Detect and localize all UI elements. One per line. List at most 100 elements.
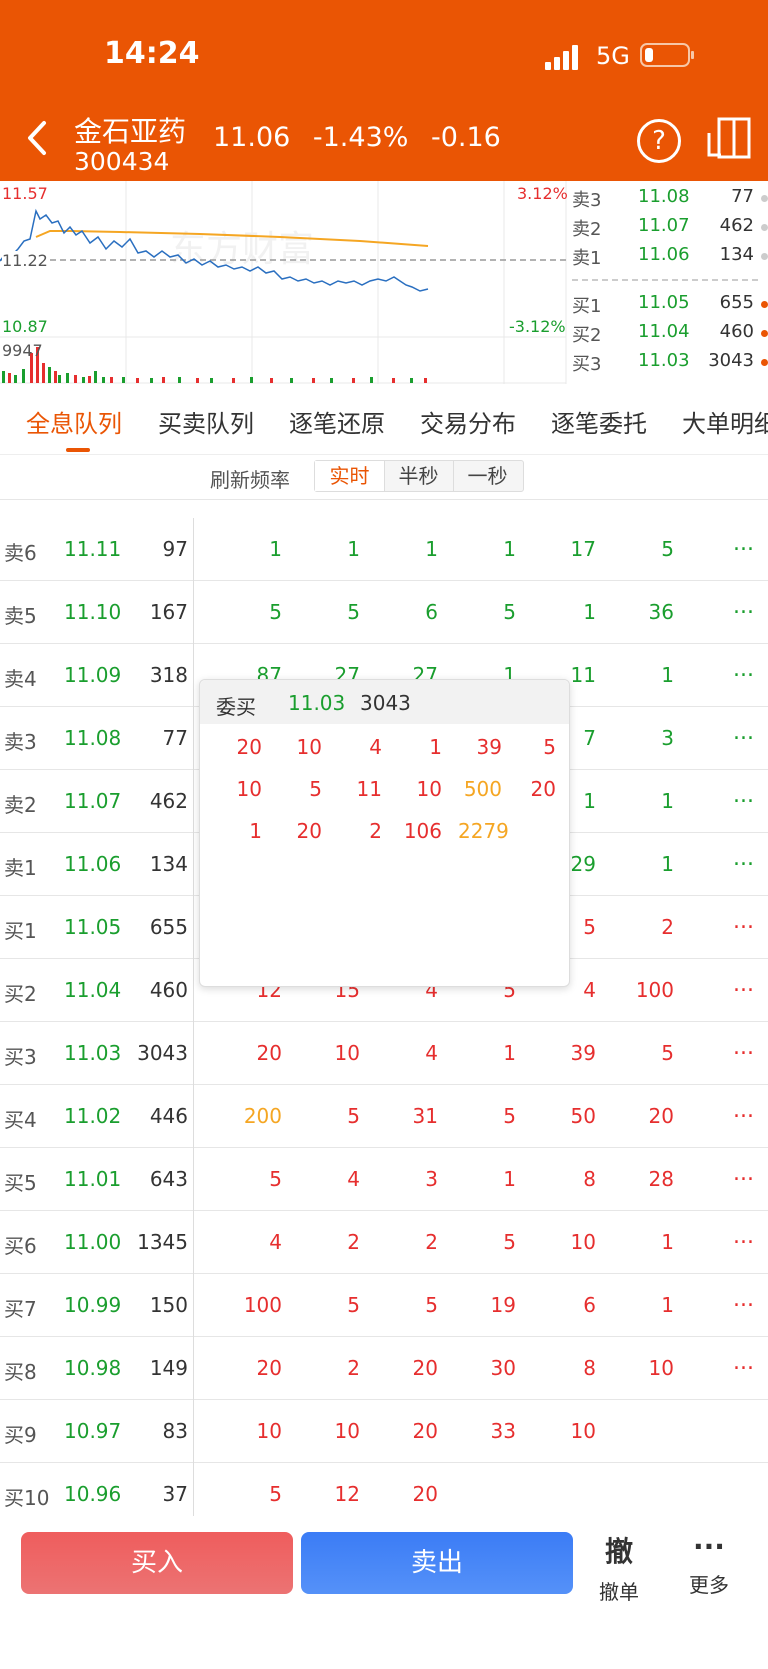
queue-row[interactable]: 买5 11.01 643 5 4 3 1 8 28... (0, 1148, 768, 1211)
queue-more-link[interactable]: ... (733, 531, 754, 556)
queue-row[interactable]: 买3 11.03 3043 20 10 4 1 39 5... (0, 1022, 768, 1085)
switch-layout-icon[interactable] (707, 117, 753, 161)
chart-high-label: 11.57 (2, 184, 48, 203)
more-button[interactable]: ··· 更多 (684, 1530, 734, 1598)
quote-price: 11.06 (213, 122, 291, 153)
queue-order-qty: 100 (243, 1293, 282, 1317)
queue-level: 买1 (4, 919, 37, 943)
queue-level: 买2 (4, 982, 37, 1006)
queue-order-qty: 2 (347, 1230, 360, 1254)
queue-order-qty: 10 (256, 1419, 282, 1443)
queue-row[interactable]: 买6 11.00 1345 4 2 2 5 10 1... (0, 1211, 768, 1274)
popup-header: 委买 11.03 3043 (200, 680, 569, 724)
queue-more-link[interactable]: ... (733, 720, 754, 745)
queue-more-link[interactable]: ... (733, 1098, 754, 1123)
queue-more-link[interactable]: ... (733, 657, 754, 682)
queue-order-qty: 1 (661, 663, 674, 687)
popup-order-qty: 11 (356, 777, 382, 801)
queue-level: 买3 (4, 1045, 37, 1069)
queue-more-link[interactable]: ... (733, 909, 754, 934)
queue-order-qty: 1 (347, 537, 360, 561)
refresh-rate-bar: 刷新频率 实时 半秒 一秒 (0, 454, 768, 499)
queue-volume: 643 (149, 1167, 188, 1191)
buy-button[interactable]: 买入 (21, 1532, 293, 1594)
help-icon[interactable]: ? (637, 119, 681, 163)
popup-order-qty: 1 (249, 819, 262, 843)
queue-level: 卖4 (4, 667, 37, 691)
queue-order-qty: 5 (503, 1104, 516, 1128)
orderbook-row: 卖2 11.07 462 (572, 215, 768, 243)
popup-order-qty: 20 (530, 777, 556, 801)
queue-row[interactable]: 卖6 11.11 97 1 1 1 1 17 5... (0, 518, 768, 581)
popup-order-qty: 4 (369, 735, 382, 759)
queue-more-link[interactable]: ... (733, 1035, 754, 1060)
queue-order-qty: 20 (412, 1482, 438, 1506)
queue-price: 11.10 (64, 600, 122, 624)
popup-vol: 3043 (360, 691, 411, 715)
queue-order-qty: 2 (661, 915, 674, 939)
queue-more-link[interactable]: ... (733, 1287, 754, 1312)
tab-buy-sell-queue[interactable]: 买卖队列 (158, 404, 254, 439)
queue-row[interactable]: 买4 11.02 446 200 5 31 5 50 20... (0, 1085, 768, 1148)
queue-level: 买8 (4, 1360, 37, 1384)
queue-price: 11.00 (64, 1230, 122, 1254)
popup-order-qty: 39 (476, 735, 502, 759)
orderbook-row: 卖1 11.06 134 (572, 244, 768, 272)
tab-trade-distribution[interactable]: 交易分布 (420, 404, 516, 439)
queue-level: 卖5 (4, 604, 37, 628)
table-divider (193, 518, 194, 1516)
queue-more-link[interactable]: ... (733, 783, 754, 808)
queue-more-link[interactable]: ... (733, 1350, 754, 1375)
queue-price: 11.11 (64, 537, 122, 561)
queue-volume: 97 (162, 537, 188, 561)
queue-more-link[interactable]: ... (733, 1224, 754, 1249)
queue-order-qty: 20 (412, 1419, 438, 1443)
queue-row[interactable]: 买9 10.97 83 10 10 20 33 10 (0, 1400, 768, 1463)
queue-more-link[interactable]: ... (733, 594, 754, 619)
queue-row[interactable]: 买8 10.98 149 20 2 20 30 8 10... (0, 1337, 768, 1400)
queue-more-link[interactable]: ... (733, 972, 754, 997)
queue-price: 11.03 (64, 1041, 122, 1065)
queue-order-qty: 10 (334, 1419, 360, 1443)
queue-level: 买9 (4, 1423, 37, 1447)
refresh-option-realtime[interactable]: 实时 (315, 461, 385, 491)
refresh-option-one-second[interactable]: 一秒 (453, 461, 522, 491)
popup-order-qty: 20 (236, 735, 262, 759)
queue-volume: 1345 (137, 1230, 188, 1254)
tab-full-queue[interactable]: 全息队列 (26, 404, 122, 439)
queue-row[interactable]: 买7 10.99 150 100 5 5 19 6 1... (0, 1274, 768, 1337)
chart-svg: 东方财富 (0, 181, 567, 384)
queue-order-qty: 1 (503, 537, 516, 561)
queue-price: 10.99 (64, 1293, 122, 1317)
queue-order-qty: 2 (425, 1230, 438, 1254)
queue-detail-popup[interactable]: 委买 11.03 3043 20 10 4 1 39 5 10 5 11 10 500 20 1 20 2 1… (199, 679, 570, 987)
popup-order-qty: 10 (296, 735, 322, 759)
queue-volume: 77 (162, 726, 188, 750)
refresh-option-half-second[interactable]: 半秒 (384, 461, 454, 491)
queue-order-qty: 5 (347, 1104, 360, 1128)
queue-order-qty: 19 (490, 1293, 516, 1317)
cancel-order-button[interactable]: 撤 撤单 (594, 1530, 644, 1605)
tab-tick-restore[interactable]: 逐笔还原 (289, 404, 385, 439)
tab-large-orders[interactable]: 大单明细 (682, 404, 768, 439)
queue-level: 买10 (4, 1486, 50, 1510)
popup-order-qty: 10 (416, 777, 442, 801)
refresh-selector: 实时 半秒 一秒 (314, 460, 524, 492)
more-label: 更多 (689, 1573, 729, 1597)
queue-more-link[interactable]: ... (733, 1161, 754, 1186)
queue-order-qty: 5 (425, 1293, 438, 1317)
popup-order-qty: 20 (296, 819, 322, 843)
queue-row[interactable]: 卖5 11.10 167 5 5 6 5 1 36... (0, 581, 768, 644)
queue-more-link[interactable]: ... (733, 846, 754, 871)
tab-bar: 全息队列 买卖队列 逐笔还原 交易分布 逐笔委托 大单明细 (0, 384, 768, 455)
sell-button[interactable]: 卖出 (301, 1532, 573, 1594)
tab-tick-orders[interactable]: 逐笔委托 (551, 404, 647, 439)
queue-price: 11.08 (64, 726, 122, 750)
cancel-icon: 撤 (604, 1535, 633, 1568)
back-arrow-icon[interactable] (24, 118, 52, 158)
queue-order-qty: 8 (583, 1167, 596, 1191)
stock-code: 300434 (74, 147, 170, 176)
popup-order-qty: 1 (429, 735, 442, 759)
status-time: 14:24 (104, 36, 200, 71)
queue-price: 10.97 (64, 1419, 122, 1443)
